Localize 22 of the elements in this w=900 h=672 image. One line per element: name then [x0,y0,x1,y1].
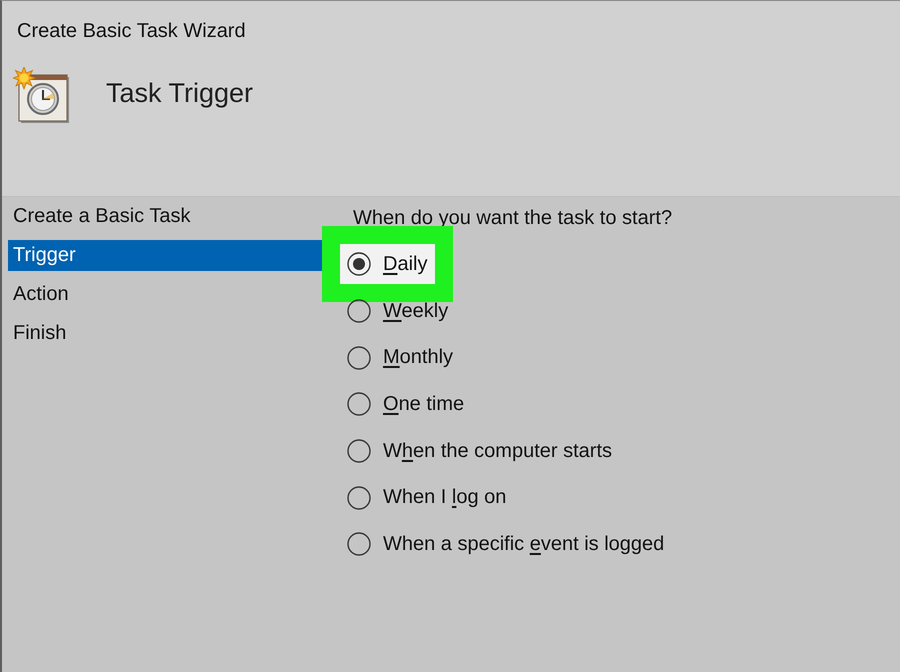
option-label[interactable]: Daily [383,252,428,276]
option-label[interactable]: One time [383,392,464,416]
radio-button[interactable] [347,392,371,416]
radio-button[interactable] [347,439,371,464]
option-label[interactable]: Weekly [383,300,448,323]
radio-button[interactable] [347,486,371,510]
window-title: Create Basic Task Wizard [17,19,247,44]
question-text: When do you want the task to start? [353,206,674,231]
radio-button[interactable] [347,252,371,276]
page-heading: Task Trigger [106,78,254,108]
option-label[interactable]: When I log on [383,486,506,510]
option-label[interactable]: Monthly [383,346,454,370]
calendar-clock-icon [13,67,71,125]
radio-button[interactable] [347,299,371,324]
wizard-step[interactable]: Action [8,279,322,310]
radio-button[interactable] [347,346,371,370]
option-label[interactable]: When a specific event is logged [383,532,664,556]
option-label[interactable]: When the computer starts [383,440,612,463]
wizard-step[interactable]: Trigger [8,240,322,271]
wizard-step[interactable]: Finish [8,318,322,349]
radio-button[interactable] [347,532,371,556]
wizard-step[interactable]: Create a Basic Task [8,201,322,232]
